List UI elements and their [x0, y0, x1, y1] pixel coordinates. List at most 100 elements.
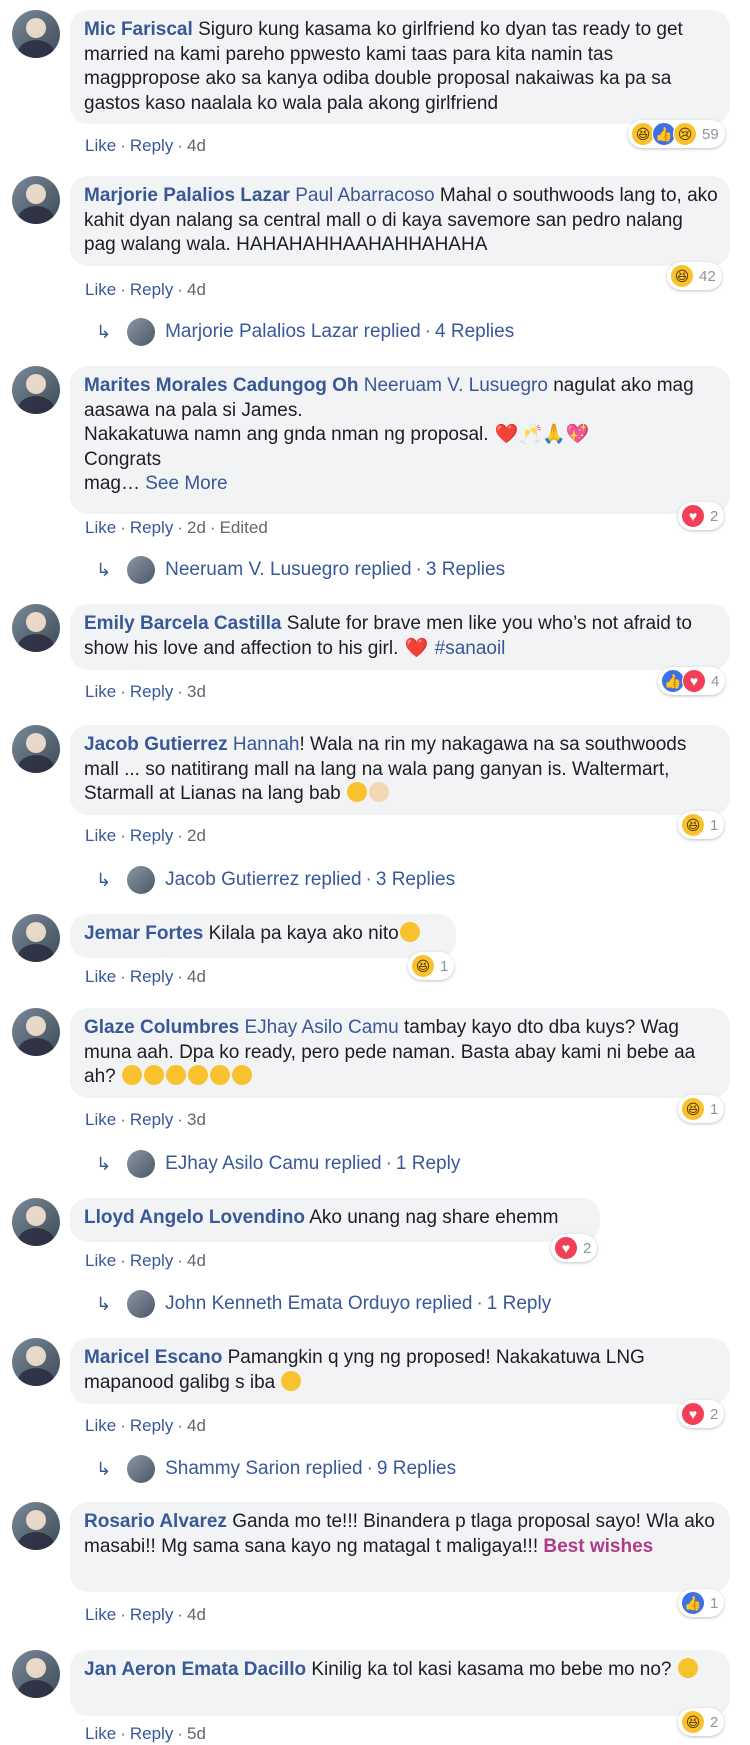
comment-time[interactable]: 4d [187, 1251, 206, 1270]
separator: · [120, 682, 126, 701]
reaction-summary[interactable]: 😆 1 [678, 811, 725, 839]
hashtag-link[interactable]: #sanaoil [435, 638, 506, 659]
view-replies-link[interactable]: ↳ Shammy Sarion replied · 9 Replies [96, 1455, 456, 1483]
comment-author[interactable]: Jemar Fortes [84, 923, 203, 944]
comment-author[interactable]: Mic Fariscal [84, 19, 193, 40]
comment-mention[interactable]: Hannah [233, 734, 300, 755]
reaction-summary[interactable]: 😆 42 [667, 262, 722, 290]
avatar[interactable] [12, 176, 60, 224]
avatar[interactable] [12, 366, 60, 414]
thinking-emoji-icon [677, 1658, 698, 1678]
comment-author[interactable]: Jacob Gutierrez [84, 734, 228, 755]
reply-link[interactable]: Reply [130, 967, 173, 986]
reaction-summary[interactable]: 😆 1 [408, 952, 455, 980]
reply-link[interactable]: Reply [130, 1605, 173, 1624]
comment-time[interactable]: 5d [187, 1724, 206, 1743]
comment-mention[interactable]: EJhay Asilo Camu [245, 1017, 399, 1038]
avatar[interactable] [12, 725, 60, 773]
like-link[interactable]: Like [85, 1724, 116, 1743]
haha-reaction-icon: 😆 [670, 264, 694, 288]
like-link[interactable]: Like [85, 136, 116, 155]
comment-actions: Like · Reply · 3d [85, 682, 206, 702]
best-wishes-link[interactable]: Best wishes [543, 1536, 653, 1557]
reaction-summary[interactable]: 😆 1 [678, 1095, 725, 1123]
reaction-summary[interactable]: ♥ 2 [678, 502, 725, 530]
comment-actions: Like · Reply · 4d [85, 280, 206, 300]
like-link[interactable]: Like [85, 682, 116, 701]
love-reaction-icon: ♥ [554, 1236, 578, 1260]
comment-author[interactable]: Maricel Escano [84, 1347, 222, 1368]
hearts-emoji-icon: ❤️🥂🙏💖 [494, 424, 590, 445]
like-link[interactable]: Like [85, 280, 116, 299]
separator: · [365, 869, 372, 890]
comment-text: mag… [84, 473, 140, 494]
reaction-summary[interactable]: 😆 2 [678, 1708, 725, 1736]
reaction-summary[interactable]: 👍 ♥ 4 [658, 667, 726, 695]
reply-link[interactable]: Reply [130, 518, 173, 537]
reply-link[interactable]: Reply [130, 1416, 173, 1435]
comment-mention[interactable]: Paul Abarracoso [295, 185, 434, 206]
reply-link[interactable]: Reply [130, 682, 173, 701]
reply-link[interactable]: Reply [130, 136, 173, 155]
reaction-summary[interactable]: ♥ 2 [551, 1234, 598, 1262]
tears-of-joy-emoji-icon [231, 1065, 252, 1085]
comment-author[interactable]: Rosario Alvarez [84, 1511, 227, 1532]
comment-text: Ako unang nag share ehemm [309, 1207, 559, 1228]
reply-link[interactable]: Reply [130, 1251, 173, 1270]
avatar[interactable] [12, 1502, 60, 1550]
avatar[interactable] [12, 914, 60, 962]
reply-link[interactable]: Reply [130, 1724, 173, 1743]
view-replies-link[interactable]: ↳ Marjorie Palalios Lazar replied · 4 Re… [96, 318, 514, 346]
reply-link[interactable]: Reply [130, 826, 173, 845]
reaction-summary[interactable]: ♥ 2 [678, 1400, 725, 1428]
avatar[interactable] [12, 10, 60, 58]
comment-time[interactable]: 3d [187, 1110, 206, 1129]
like-link[interactable]: Like [85, 826, 116, 845]
comment-author[interactable]: Marjorie Palalios Lazar [84, 185, 290, 206]
reaction-summary[interactable]: 😆 👍 😢 59 [628, 120, 725, 148]
view-replies-link[interactable]: ↳ Neeruam V. Lusuegro replied · 3 Replie… [96, 556, 505, 584]
reaction-summary[interactable]: 👍 1 [678, 1589, 725, 1617]
like-link[interactable]: Like [85, 518, 116, 537]
like-link[interactable]: Like [85, 1251, 116, 1270]
view-replies-link[interactable]: ↳ Jacob Gutierrez replied · 3 Replies [96, 866, 455, 894]
like-link[interactable]: Like [85, 1416, 116, 1435]
comment-author[interactable]: Lloyd Angelo Lovendino [84, 1207, 305, 1228]
comment-author[interactable]: Emily Barcela Castilla [84, 613, 282, 634]
comment-time[interactable]: 2d [187, 826, 206, 845]
like-link[interactable]: Like [85, 1110, 116, 1129]
like-link[interactable]: Like [85, 1605, 116, 1624]
view-replies-link[interactable]: ↳ EJhay Asilo Camu replied · 1 Reply [96, 1150, 460, 1178]
comment-time[interactable]: 3d [187, 682, 206, 701]
avatar [127, 318, 156, 346]
separator: · [177, 1110, 183, 1129]
comment-time[interactable]: 4d [187, 1605, 206, 1624]
avatar[interactable] [12, 1338, 60, 1386]
comment-time[interactable]: 4d [187, 136, 206, 155]
comment-actions: Like · Reply · 4d [85, 1605, 206, 1625]
reaction-count: 2 [710, 1405, 719, 1423]
comment-mention[interactable]: Neeruam V. Lusuegro [364, 375, 548, 396]
avatar[interactable] [12, 604, 60, 652]
separator: · [177, 1416, 183, 1435]
comment-author[interactable]: Glaze Columbres [84, 1017, 239, 1038]
separator: · [177, 280, 183, 299]
reply-link[interactable]: Reply [130, 280, 173, 299]
comment-time[interactable]: 2d [187, 518, 206, 537]
reply-link[interactable]: Reply [130, 1110, 173, 1129]
comment-author[interactable]: Jan Aeron Emata Dacillo [84, 1659, 306, 1680]
comment-bubble: Lloyd Angelo Lovendino Ako unang nag sha… [70, 1198, 600, 1242]
reply-count: 1 Reply [395, 1153, 461, 1174]
avatar[interactable] [12, 1008, 60, 1056]
comment-time[interactable]: 4d [187, 280, 206, 299]
comment-time[interactable]: 4d [187, 967, 206, 986]
like-link[interactable]: Like [85, 967, 116, 986]
avatar[interactable] [12, 1198, 60, 1246]
avatar[interactable] [12, 1650, 60, 1698]
reply-arrow-icon: ↳ [96, 559, 112, 580]
comment-author[interactable]: Marites Morales Cadungog Oh [84, 375, 358, 396]
comment-time[interactable]: 4d [187, 1416, 206, 1435]
view-replies-link[interactable]: ↳ John Kenneth Emata Orduyo replied · 1 … [96, 1290, 551, 1318]
separator: · [120, 1605, 126, 1624]
see-more-link[interactable]: See More [145, 473, 227, 494]
